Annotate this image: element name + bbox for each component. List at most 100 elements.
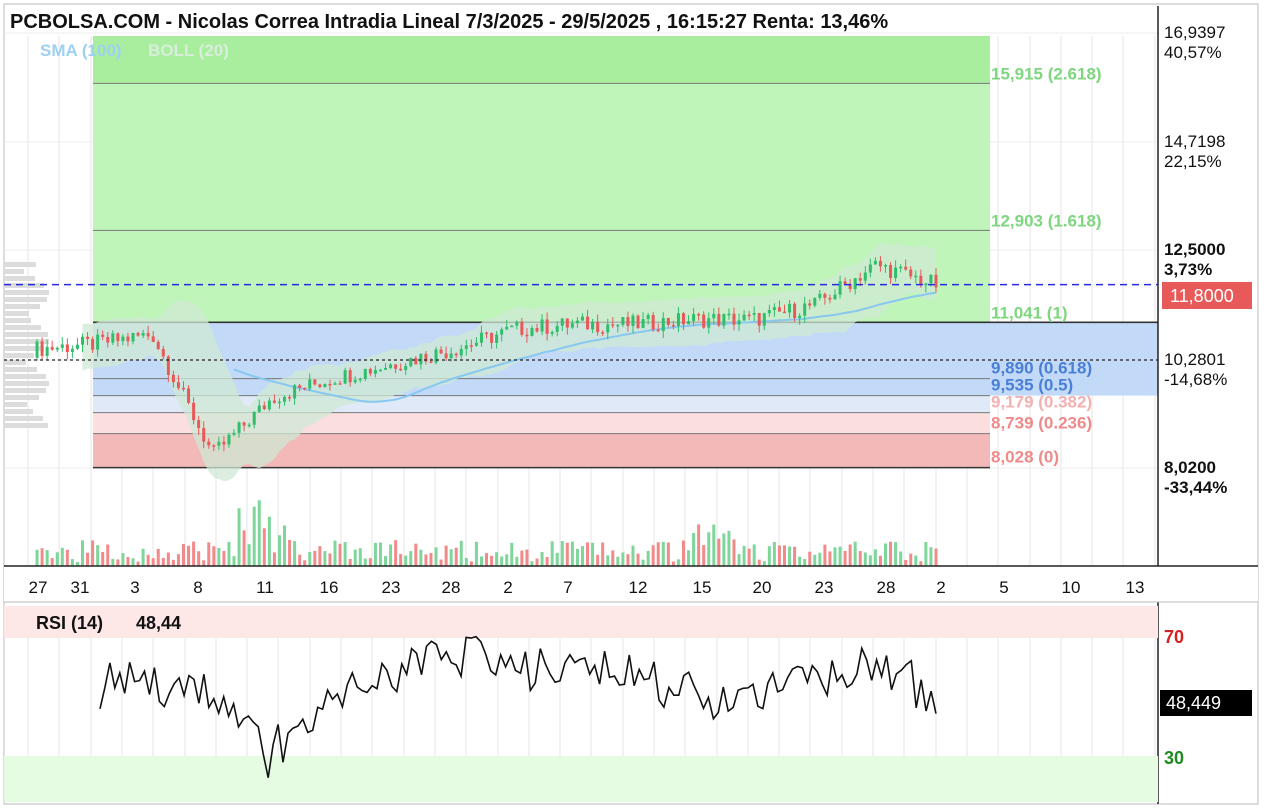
- candle-body: [530, 327, 534, 336]
- volume-bar: [65, 549, 69, 566]
- volume-bar: [550, 541, 554, 566]
- candle-body: [404, 366, 408, 371]
- volume-bar: [924, 542, 928, 566]
- volume-bar: [464, 557, 468, 566]
- volume-bar: [520, 550, 524, 566]
- candle-body: [550, 331, 554, 334]
- volume-bar: [894, 542, 898, 566]
- candle-body: [575, 320, 579, 324]
- volume-bar: [676, 559, 680, 566]
- volume-bar: [702, 545, 706, 566]
- volume-bar: [873, 549, 877, 566]
- candle-body: [252, 411, 256, 425]
- volume-bar: [868, 555, 872, 566]
- candle-body: [813, 297, 817, 306]
- volume-bar: [757, 559, 761, 566]
- candle-body: [661, 317, 665, 332]
- volume-bar: [858, 551, 862, 566]
- volume-bar: [126, 557, 130, 566]
- volume-bar: [848, 544, 852, 566]
- volume-bar: [70, 559, 74, 566]
- volume-bar: [863, 552, 867, 566]
- volume-bar: [616, 556, 620, 566]
- volume-profile-bar: [4, 416, 43, 421]
- volume-bar: [414, 543, 418, 566]
- candle-body: [101, 334, 105, 337]
- candle-body: [636, 315, 640, 329]
- candle-body: [798, 315, 802, 319]
- candle-body: [641, 319, 645, 329]
- volume-bar: [384, 556, 388, 566]
- volume-bar: [535, 558, 539, 566]
- volume-bar: [883, 543, 887, 566]
- candle-body: [929, 274, 933, 284]
- candle-body: [889, 265, 893, 279]
- volume-bar: [777, 545, 781, 566]
- candle-body: [606, 324, 610, 333]
- volume-bar: [899, 551, 903, 566]
- volume-bar: [202, 560, 206, 566]
- rsi-value-box-label: 48,449: [1166, 693, 1221, 713]
- volume-bar: [232, 556, 236, 566]
- volume-bar: [116, 559, 120, 566]
- candle-body: [681, 313, 685, 325]
- candle-body: [687, 321, 691, 325]
- candle-body: [671, 324, 675, 327]
- candle-body: [601, 332, 605, 334]
- volume-bar: [732, 539, 736, 566]
- candle-body: [151, 336, 155, 342]
- date-label: 3: [130, 578, 139, 597]
- volume-profile-bar: [4, 283, 44, 288]
- candle-body: [611, 324, 615, 326]
- candle-body: [318, 384, 322, 388]
- candle-body: [323, 384, 327, 388]
- candle-body: [45, 346, 49, 356]
- candle-body: [232, 432, 236, 435]
- volume-bars: [35, 500, 938, 566]
- candle-body: [298, 385, 302, 388]
- volume-bar: [227, 541, 231, 566]
- volume-bar: [424, 554, 428, 566]
- price-axis-label: 16,9397: [1164, 23, 1225, 42]
- date-label: 12: [629, 578, 648, 597]
- candle-body: [712, 313, 716, 319]
- candle-body: [692, 314, 696, 322]
- volume-bar: [176, 554, 180, 566]
- price-axis-pct: -33,44%: [1164, 478, 1227, 497]
- volume-bar: [737, 554, 741, 566]
- candle-body: [389, 364, 393, 368]
- candle-body: [909, 269, 913, 277]
- volume-bar: [828, 551, 832, 566]
- volume-profile-bar: [4, 423, 48, 428]
- volume-bar: [904, 560, 908, 566]
- candle-body: [591, 321, 595, 330]
- volume-bar: [353, 549, 357, 566]
- candle-body: [878, 260, 882, 267]
- volume-bar: [646, 550, 650, 566]
- volume-profile-bar: [4, 325, 41, 330]
- candle-body: [646, 315, 650, 320]
- volume-bar: [217, 547, 221, 566]
- volume-bar: [717, 538, 721, 566]
- volume-bar: [712, 524, 716, 566]
- candle-body: [75, 344, 79, 349]
- candle-body: [873, 260, 877, 265]
- volume-bar: [86, 552, 90, 566]
- date-label: 11: [256, 578, 274, 597]
- date-label: 15: [693, 578, 712, 597]
- volume-bar: [697, 524, 701, 566]
- volume-bar: [626, 554, 630, 566]
- volume-bar: [40, 548, 44, 566]
- volume-bar: [767, 546, 771, 566]
- candle-body: [666, 317, 670, 325]
- candle-body: [414, 358, 418, 365]
- volume-bar: [242, 530, 246, 566]
- candle-body: [904, 266, 908, 270]
- candle-body: [156, 341, 160, 349]
- date-label: 28: [442, 578, 461, 597]
- volume-bar: [389, 544, 393, 566]
- volume-bar: [338, 543, 342, 566]
- volume-bar: [681, 540, 685, 566]
- volume-bar: [586, 542, 590, 566]
- candle-body: [35, 341, 39, 358]
